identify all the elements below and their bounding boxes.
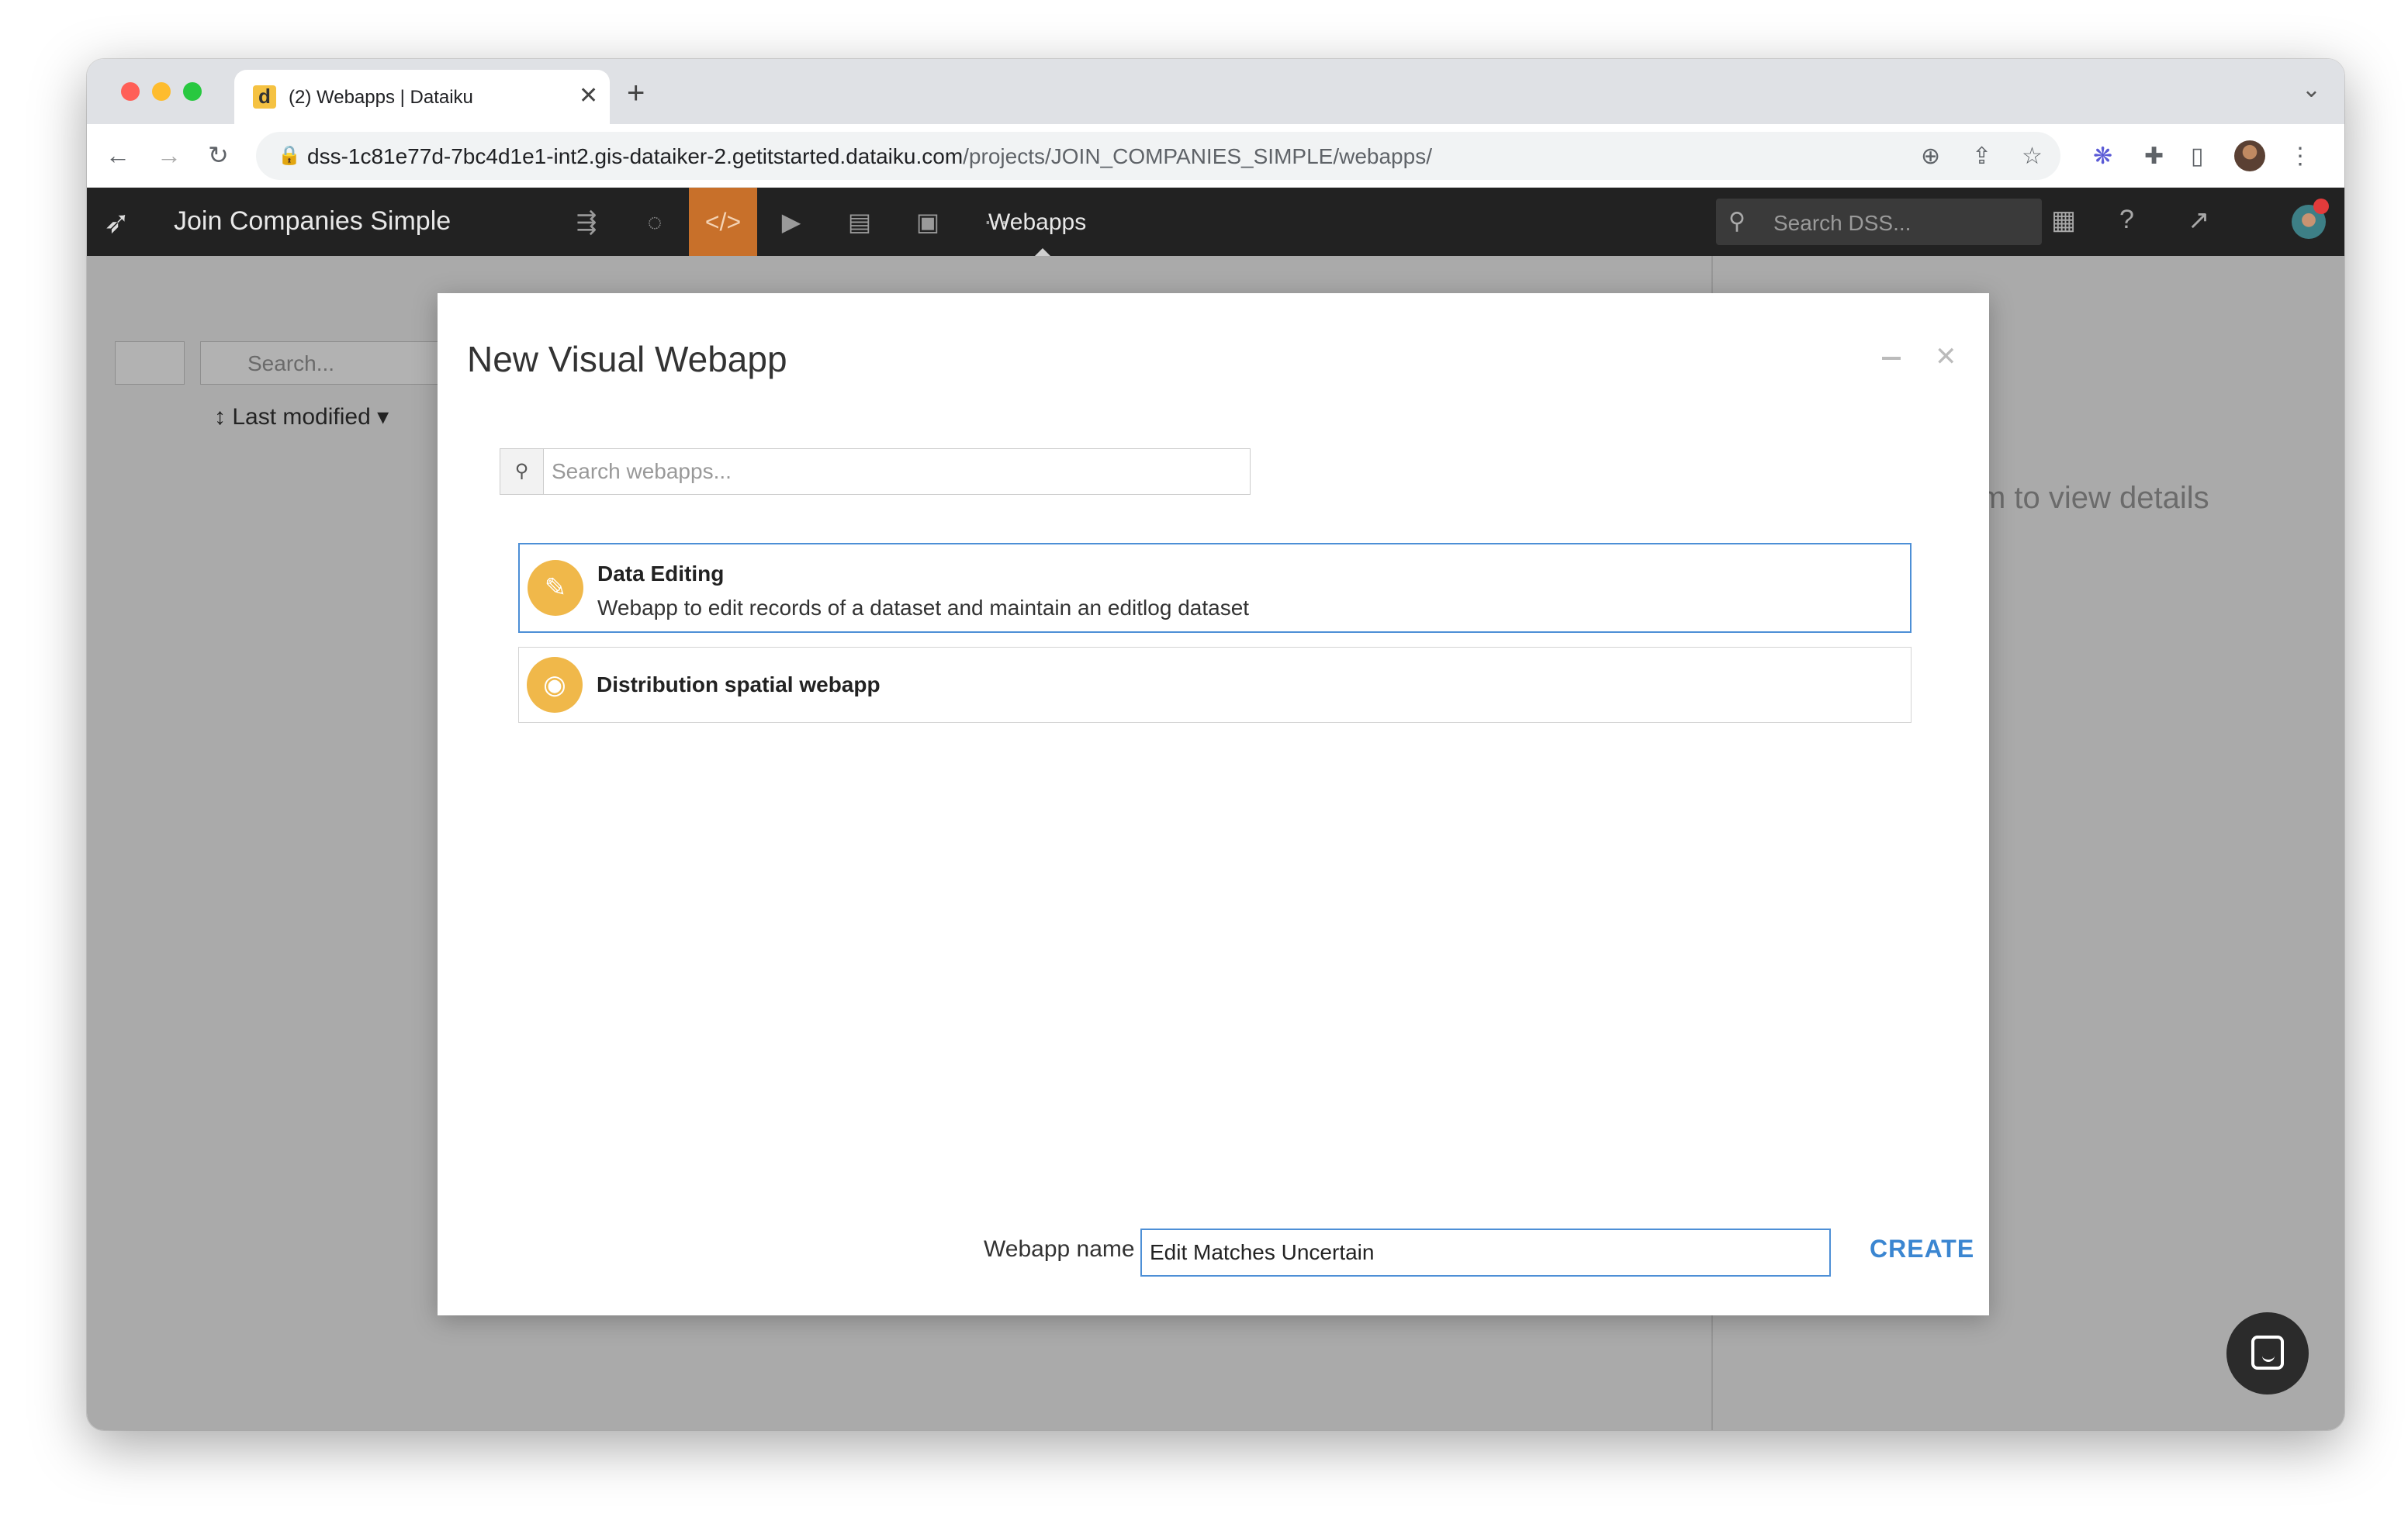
wiki-icon[interactable]: ▤	[825, 188, 894, 256]
code-icon[interactable]: </>	[689, 188, 757, 256]
webapp-search-input[interactable]	[552, 449, 1242, 494]
new-visual-webapp-modal: New Visual Webapp ✕ ⚲ ✎ Data Editing Web…	[438, 293, 1989, 1315]
create-button[interactable]: CREATE	[1870, 1235, 1974, 1263]
search-icon: ⚲	[500, 449, 544, 494]
side-panel-icon[interactable]: ▯	[2191, 143, 2204, 170]
zoom-icon[interactable]: ⊕	[1921, 143, 1940, 170]
webapp-option-name: Data Editing	[597, 562, 725, 586]
webapp-option-distribution-spatial[interactable]: ◉ Distribution spatial webapp	[518, 647, 1912, 723]
help-icon[interactable]: ?	[2119, 205, 2134, 235]
chat-icon	[2251, 1336, 2284, 1370]
tab-title: (2) Webapps | Dataiku	[289, 87, 473, 108]
lab-icon[interactable]: ◌	[621, 188, 689, 256]
activity-trend-icon[interactable]: ↗	[2188, 205, 2210, 236]
dataiku-bird-logo-icon[interactable]: ➶	[104, 205, 130, 240]
extension-snowflake-icon[interactable]: ❋	[2093, 143, 2112, 170]
dataiku-favicon-icon: d	[253, 85, 276, 109]
tab-close-icon[interactable]: ✕	[579, 82, 598, 110]
section-title[interactable]: Webapps	[988, 209, 1086, 236]
dss-search-placeholder: Search DSS...	[1773, 211, 1912, 235]
pencil-icon: ✎	[528, 560, 583, 616]
bookmark-star-icon[interactable]: ☆	[2022, 143, 2043, 170]
notification-badge	[2313, 199, 2329, 214]
apps-grid-icon[interactable]: ▦	[2051, 205, 2076, 236]
close-modal-icon[interactable]: ✕	[1935, 341, 1957, 372]
webapp-option-data-editing[interactable]: ✎ Data Editing Webapp to edit records of…	[518, 543, 1912, 633]
search-icon: ⚲	[1728, 209, 1745, 234]
webapp-name-label: Webapp name	[984, 1236, 1135, 1262]
modal-title: New Visual Webapp	[467, 339, 787, 379]
url-host: dss-1c81e77d-7bc4d1e1-int2.gis-dataiker-…	[307, 144, 964, 168]
profile-avatar[interactable]	[2234, 140, 2265, 171]
webapp-name-input[interactable]	[1140, 1229, 1831, 1277]
browser-tab[interactable]: d (2) Webapps | Dataiku ✕	[234, 70, 610, 124]
new-tab-button[interactable]: +	[627, 74, 645, 112]
forward-arrow-icon[interactable]: →	[157, 140, 182, 171]
webapp-search-box: ⚲	[500, 448, 1251, 495]
dashboard-icon[interactable]: ▣	[894, 188, 962, 256]
close-window-button[interactable]	[121, 82, 140, 101]
address-bar[interactable]: 🔒 dss-1c81e77d-7bc4d1e1-int2.gis-dataike…	[256, 132, 2060, 180]
tab-strip: d (2) Webapps | Dataiku ✕ + ⌄	[87, 59, 2344, 124]
globe-icon: ◉	[527, 657, 583, 713]
chat-support-button[interactable]	[2226, 1312, 2309, 1394]
webapp-option-name: Distribution spatial webapp	[597, 672, 881, 696]
dss-search-input[interactable]: ⚲ Search DSS...	[1716, 199, 2042, 245]
dss-top-nav: ➶ Join Companies Simple ⇶ ◌ </> ▶ ▤ ▣ ⋯ …	[87, 188, 2344, 256]
url-text: dss-1c81e77d-7bc4d1e1-int2.gis-dataiker-…	[307, 144, 1432, 169]
webapp-option-description: Webapp to edit records of a dataset and …	[597, 596, 1250, 620]
maximize-window-button[interactable]	[183, 82, 202, 101]
browser-menu-icon[interactable]: ⋮	[2289, 143, 2312, 170]
minimize-window-button[interactable]	[152, 82, 171, 101]
back-arrow-icon[interactable]: ←	[106, 140, 130, 171]
flow-icon[interactable]: ⇶	[552, 188, 621, 256]
extensions-puzzle-icon[interactable]: ✚	[2144, 143, 2164, 170]
url-path: /projects/JOIN_COMPANIES_SIMPLE/webapps/	[963, 144, 1432, 168]
tab-search-chevron-icon[interactable]: ⌄	[2302, 76, 2321, 103]
minimize-modal-icon[interactable]	[1882, 357, 1901, 360]
section-caret-icon	[1035, 248, 1050, 256]
project-title[interactable]: Join Companies Simple	[174, 206, 451, 237]
browser-toolbar: ← → ↻ 🔒 dss-1c81e77d-7bc4d1e1-int2.gis-d…	[87, 124, 2344, 188]
share-icon[interactable]: ⇪	[1972, 143, 1991, 170]
run-icon[interactable]: ▶	[757, 188, 825, 256]
lock-icon: 🔒	[278, 145, 301, 166]
reload-icon[interactable]: ↻	[208, 140, 229, 171]
